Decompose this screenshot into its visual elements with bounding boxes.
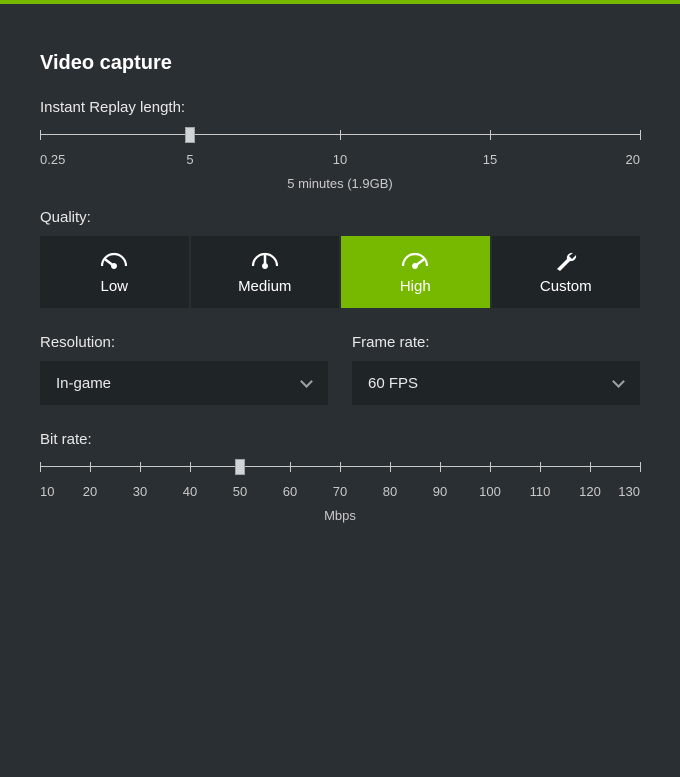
bitrate-slider[interactable]: 10 20 30 40 50 60 70 80 90 100 110 120 1… <box>40 458 640 523</box>
panel-title: Video capture <box>40 52 640 75</box>
gauge-mid-icon <box>251 250 279 272</box>
replay-length-slider[interactable]: 0.25 5 10 15 20 5 minutes (1.9GB) <box>40 126 640 191</box>
slider-thumb[interactable] <box>235 459 245 475</box>
chevron-down-icon <box>302 378 312 388</box>
framerate-select[interactable]: 60 FPS <box>352 361 640 405</box>
quality-custom-button[interactable]: Custom <box>492 236 641 308</box>
replay-length-label: Instant Replay length: <box>40 99 640 116</box>
bitrate-label: Bit rate: <box>40 431 640 448</box>
gauge-high-icon <box>401 250 429 272</box>
resolution-label: Resolution: <box>40 334 328 351</box>
replay-caption: 5 minutes (1.9GB) <box>40 176 640 191</box>
quality-low-button[interactable]: Low <box>40 236 189 308</box>
wrench-icon <box>553 250 579 272</box>
framerate-value: 60 FPS <box>368 375 418 392</box>
accent-bar <box>0 0 680 4</box>
framerate-label: Frame rate: <box>352 334 640 351</box>
chevron-down-icon <box>614 378 624 388</box>
bitrate-unit: Mbps <box>40 508 640 523</box>
resolution-select[interactable]: In-game <box>40 361 328 405</box>
bitrate-tick-labels: 10 20 30 40 50 60 70 80 90 100 110 120 1… <box>40 484 640 502</box>
resolution-value: In-game <box>56 375 111 392</box>
slider-thumb[interactable] <box>185 127 195 143</box>
quality-options: Low Medium High Custom <box>40 236 640 308</box>
slider-tick-labels: 0.25 5 10 15 20 <box>40 152 640 170</box>
quality-high-button[interactable]: High <box>341 236 490 308</box>
quality-label: Quality: <box>40 209 640 226</box>
quality-medium-button[interactable]: Medium <box>191 236 340 308</box>
gauge-low-icon <box>100 250 128 272</box>
